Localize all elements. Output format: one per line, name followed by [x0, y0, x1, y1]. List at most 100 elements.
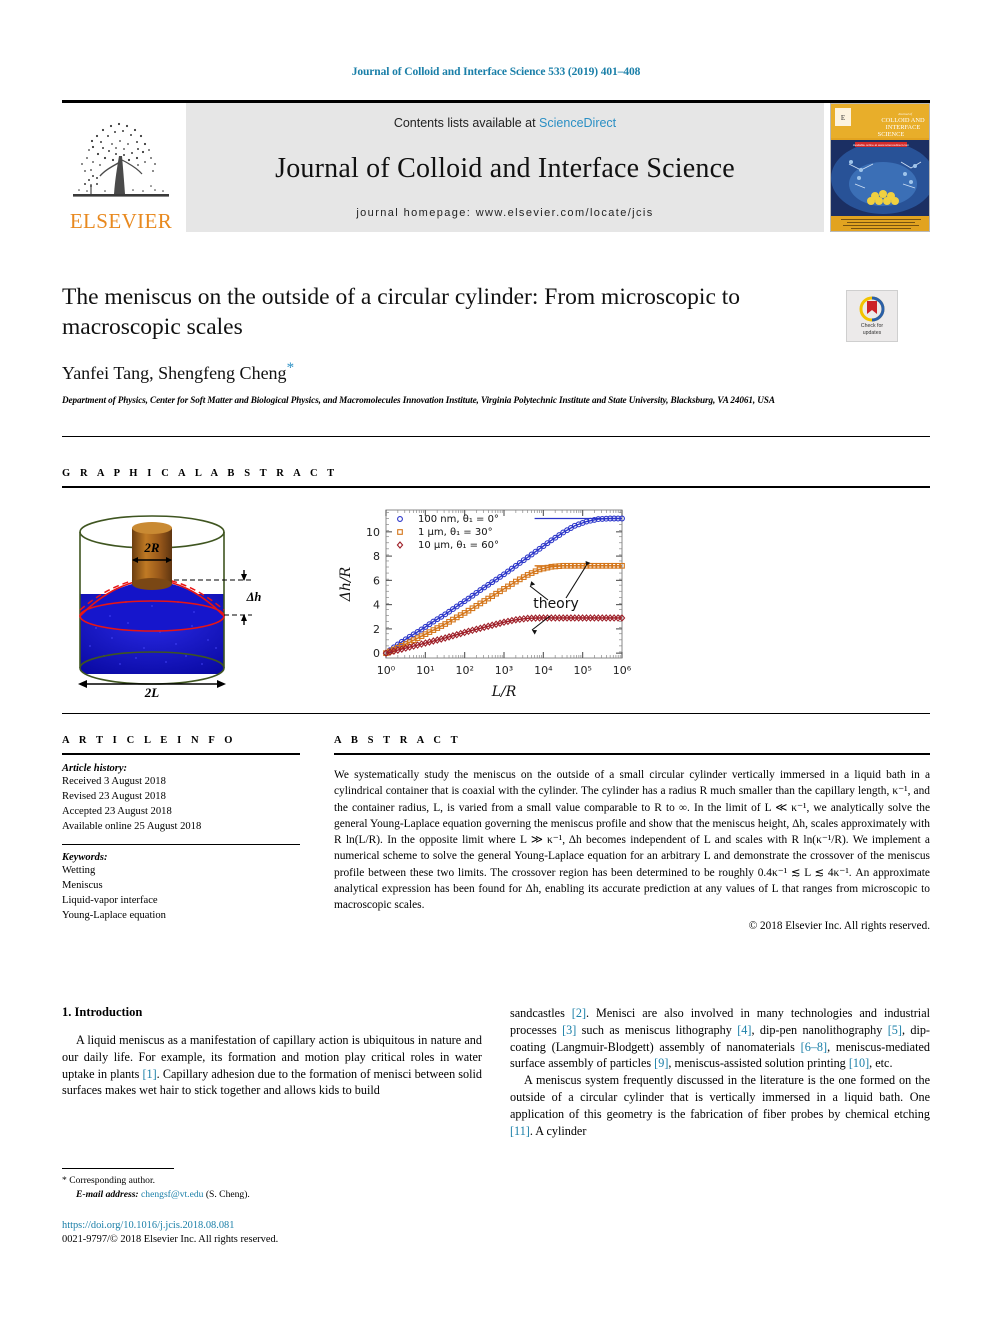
page-footer: * Corresponding author. E-mail address: …: [62, 1168, 482, 1248]
paper-page: Journal of Colloid and Interface Science…: [0, 0, 992, 1323]
abstract-column: A B S T R A C T We systematically study …: [334, 735, 930, 932]
graphical-abstract-heading: G R A P H I C A L A B S T R A C T: [62, 468, 338, 479]
abstract-text: We systematically study the meniscus on …: [334, 769, 930, 912]
article-info-column: A R T I C L E I N F O Article history: R…: [62, 735, 300, 932]
svg-text:10⁴: 10⁴: [534, 664, 553, 677]
crossmark-badge[interactable]: Check for updates: [846, 290, 898, 342]
corresponding-author-note: * Corresponding author.: [62, 1174, 482, 1188]
svg-text:Journal of: Journal of: [898, 112, 913, 116]
abstract-heading: A B S T R A C T: [334, 735, 462, 746]
elsevier-tree-icon: [73, 122, 169, 197]
graphical-abstract-figure: 2R Δh 2L 10⁰ 10¹ 10² 10³ 10⁴ 10⁵ 10⁶ 0 2…: [62, 498, 930, 703]
label-2R: 2R: [143, 540, 160, 555]
contents-available-line: Contents lists available at ScienceDirec…: [394, 116, 616, 130]
email-suffix: (S. Cheng).: [205, 1189, 250, 1201]
keyword-item: Liquid-vapor interface: [62, 895, 158, 907]
body-column-left: 1. Introduction A liquid meniscus as a m…: [62, 1005, 482, 1140]
svg-text:2: 2: [373, 623, 380, 636]
body-paragraph: A liquid meniscus as a manifestation of …: [62, 1033, 482, 1098]
label-delta-h: Δh: [246, 590, 262, 604]
article-info-heading: A R T I C L E I N F O: [62, 735, 237, 746]
article-header: The meniscus on the outside of a circula…: [62, 282, 930, 408]
author-names: Yanfei Tang, Shengfeng Cheng: [62, 363, 287, 384]
page-title: The meniscus on the outside of a circula…: [62, 284, 741, 341]
citation-link[interactable]: [4]: [737, 1023, 751, 1037]
history-item: Received 3 August 2018: [62, 776, 166, 787]
svg-text:1 μm, θ₁ = 30°: 1 μm, θ₁ = 30°: [418, 527, 493, 538]
info-abstract-row: A R T I C L E I N F O Article history: R…: [62, 735, 930, 932]
svg-text:100 nm, θ₁ = 0°: 100 nm, θ₁ = 0°: [418, 514, 499, 525]
sciencedirect-link[interactable]: ScienceDirect: [539, 116, 616, 130]
journal-homepage-link[interactable]: journal homepage: www.elsevier.com/locat…: [356, 207, 653, 219]
citation-link[interactable]: [2]: [572, 1006, 586, 1020]
citation-link[interactable]: [11]: [510, 1124, 530, 1138]
journal-cover-thumbnail: E Journal of COLLOID AND INTERFACE SCIEN…: [830, 103, 930, 232]
abstract-rule: [334, 753, 930, 755]
body-paragraph: sandcastles [2]. Menisci are also involv…: [510, 1006, 930, 1071]
cylinder-bath-illustration: 2R Δh 2L: [78, 515, 262, 698]
svg-text:theory: theory: [533, 596, 579, 612]
keywords-list: Wetting Meniscus Liquid-vapor interface …: [62, 863, 300, 923]
svg-text:10⁰: 10⁰: [377, 664, 396, 677]
svg-text:10¹: 10¹: [416, 664, 434, 677]
body-column-right: sandcastles [2]. Menisci are also involv…: [510, 1005, 930, 1140]
label-2L: 2L: [144, 685, 160, 698]
journal-cover-art: E Journal of COLLOID AND INTERFACE SCIEN…: [831, 104, 929, 231]
abstract-copyright: © 2018 Elsevier Inc. All rights reserved…: [748, 919, 930, 932]
keyword-item: Wetting: [62, 865, 96, 877]
divider-under-graphical-abstract: [62, 713, 930, 714]
graphical-abstract-rule: [62, 486, 930, 488]
graphical-abstract-section: G R A P H I C A L A B S T R A C T 2R Δh …: [62, 468, 930, 703]
svg-text:Δh/R: Δh/R: [338, 566, 354, 602]
citation-link[interactable]: [1]: [142, 1067, 156, 1081]
corr-label: Corresponding author.: [69, 1175, 156, 1186]
corr-marker: *: [62, 1175, 67, 1186]
running-head: Journal of Colloid and Interface Science…: [351, 66, 641, 78]
meniscus-height-chart: 10⁰ 10¹ 10² 10³ 10⁴ 10⁵ 10⁶ 0 2 4 6 8 10 L/R Δh/R 100 n…: [338, 509, 632, 700]
svg-text:INTERFACE: INTERFACE: [886, 124, 921, 131]
svg-text:10⁶: 10⁶: [613, 664, 632, 677]
citation-link[interactable]: [6–8]: [801, 1040, 827, 1054]
citation-link[interactable]: [9]: [654, 1056, 668, 1070]
article-info-rule: [62, 753, 300, 755]
body-paragraph: A meniscus system frequently discussed i…: [510, 1073, 930, 1138]
crossmark-label: Check for updates: [861, 323, 883, 336]
history-item: Accepted 23 August 2018: [62, 806, 172, 818]
masthead-center: Contents lists available at ScienceDirec…: [186, 103, 824, 232]
contents-prefix: Contents lists available at: [393, 116, 540, 130]
keyword-item: Young-Laplace equation: [62, 910, 166, 922]
svg-text:10³: 10³: [495, 664, 513, 677]
svg-text:COLLOID AND: COLLOID AND: [881, 117, 925, 124]
email-link[interactable]: chengsf@vt.edu: [141, 1189, 203, 1200]
corresponding-author-marker: *: [286, 360, 295, 377]
svg-text:10: 10: [366, 526, 380, 539]
citation-link[interactable]: [3]: [562, 1023, 576, 1037]
citation-link[interactable]: [5]: [888, 1023, 902, 1037]
citation-link[interactable]: [10]: [849, 1056, 869, 1070]
svg-text:SCIENCE: SCIENCE: [878, 131, 905, 138]
svg-text:L/R: L/R: [491, 684, 517, 700]
email-note: E-mail address: chengsf@vt.edu (S. Cheng…: [62, 1188, 482, 1202]
keywords-label: Keywords:: [62, 852, 108, 864]
crossmark-line-2: updates: [862, 329, 882, 336]
section-heading-introduction: 1. Introduction: [62, 1005, 143, 1019]
svg-text:Available online at www.scienc: Available online at www.sciencedirect.co…: [853, 143, 910, 147]
body-columns: 1. Introduction A liquid meniscus as a m…: [62, 1005, 930, 1140]
svg-text:0: 0: [373, 647, 380, 660]
affiliation: Department of Physics, Center for Soft M…: [62, 395, 775, 406]
svg-text:10²: 10²: [455, 664, 473, 677]
history-item: Available online 25 August 2018: [62, 821, 202, 833]
svg-text:4: 4: [373, 599, 380, 612]
author-list: Yanfei Tang, Shengfeng Cheng*: [62, 360, 930, 384]
email-label: E-mail address:: [76, 1189, 139, 1201]
crossmark-line-1: Check for: [860, 323, 884, 329]
footnote-rule: [62, 1168, 174, 1169]
history-item: Revised 23 August 2018: [62, 791, 166, 803]
article-history-list: Received 3 August 2018 Revised 23 August…: [62, 774, 300, 834]
elsevier-wordmark: ELSEVIER: [69, 209, 173, 233]
elsevier-logo: ELSEVIER: [62, 103, 180, 232]
issn-copyright: 0021-9797/© 2018 Elsevier Inc. All right…: [62, 1234, 279, 1246]
doi-link[interactable]: https://doi.org/10.1016/j.jcis.2018.08.0…: [62, 1219, 482, 1234]
svg-text:6: 6: [373, 574, 380, 587]
crossmark-icon: [859, 296, 885, 322]
